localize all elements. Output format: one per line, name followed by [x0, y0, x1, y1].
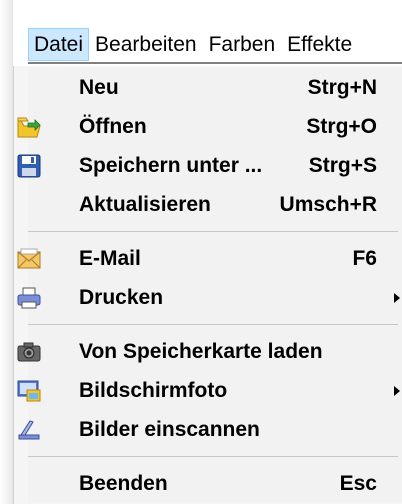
menu-item-refresh[interactable]: Aktualisieren Umsch+R [28, 185, 402, 224]
menu-item-label: Drucken [79, 285, 164, 309]
menu-item-scan[interactable]: Bilder einscannen [18, 410, 402, 449]
menu-item-shortcut: Strg+S [308, 153, 377, 177]
menu-item-label: Öffnen [79, 114, 147, 138]
menu-farben[interactable]: Farben [203, 28, 282, 61]
menu-effekte[interactable]: Effekte [281, 28, 358, 61]
menu-item-label: E-Mail [79, 246, 141, 270]
menu-item-exit[interactable]: Beenden Esc [28, 464, 402, 503]
menu-item-label: Bildschirmfoto [79, 378, 228, 402]
open-folder-icon [16, 114, 42, 140]
camera-icon [16, 339, 42, 365]
menu-bar: Datei Bearbeiten Farben Effekte [28, 27, 402, 62]
menu-item-label: Von Speicherkarte laden [79, 339, 323, 363]
menu-item-open[interactable]: Öffnen Strg+O [17, 107, 402, 146]
menu-item-load-card[interactable]: Von Speicherkarte laden [17, 332, 402, 371]
screenshot-icon [16, 378, 42, 404]
window-shadow [0, 0, 13, 504]
menu-separator [28, 317, 402, 332]
file-menu-dropdown: Neu Strg+N Öffnen Strg+O Speichern unter… [17, 68, 402, 503]
menubar-divider [28, 62, 402, 64]
menu-item-label: Speichern unter ... [79, 153, 263, 177]
menu-separator [28, 449, 402, 464]
menu-item-shortcut: Strg+O [306, 114, 377, 138]
menu-item-shortcut: Esc [339, 471, 377, 495]
floppy-disk-icon [16, 153, 42, 179]
menu-item-save-as[interactable]: Speichern unter ... Strg+S [17, 146, 402, 185]
menu-item-label: Neu [79, 75, 119, 99]
email-envelope-icon [16, 246, 42, 272]
menu-item-email[interactable]: E-Mail F6 [17, 239, 402, 278]
submenu-arrow-icon [394, 293, 400, 303]
menu-item-label: Bilder einscannen [79, 417, 260, 441]
menu-item-print[interactable]: Drucken [17, 278, 402, 317]
menu-item-label: Beenden [79, 471, 168, 495]
menu-item-shortcut: Strg+N [307, 75, 377, 99]
menu-separator [28, 224, 402, 239]
menu-item-screenshot[interactable]: Bildschirmfoto [17, 371, 402, 410]
menu-item-new[interactable]: Neu Strg+N [28, 68, 402, 107]
menu-datei[interactable]: Datei [28, 28, 90, 61]
menu-bearbeiten[interactable]: Bearbeiten [89, 28, 203, 61]
menu-item-shortcut: F6 [352, 246, 377, 270]
menu-item-label: Aktualisieren [79, 192, 211, 216]
scanner-icon [16, 417, 42, 443]
printer-icon [16, 285, 42, 311]
submenu-arrow-icon [394, 386, 400, 396]
menu-item-shortcut: Umsch+R [279, 192, 377, 216]
